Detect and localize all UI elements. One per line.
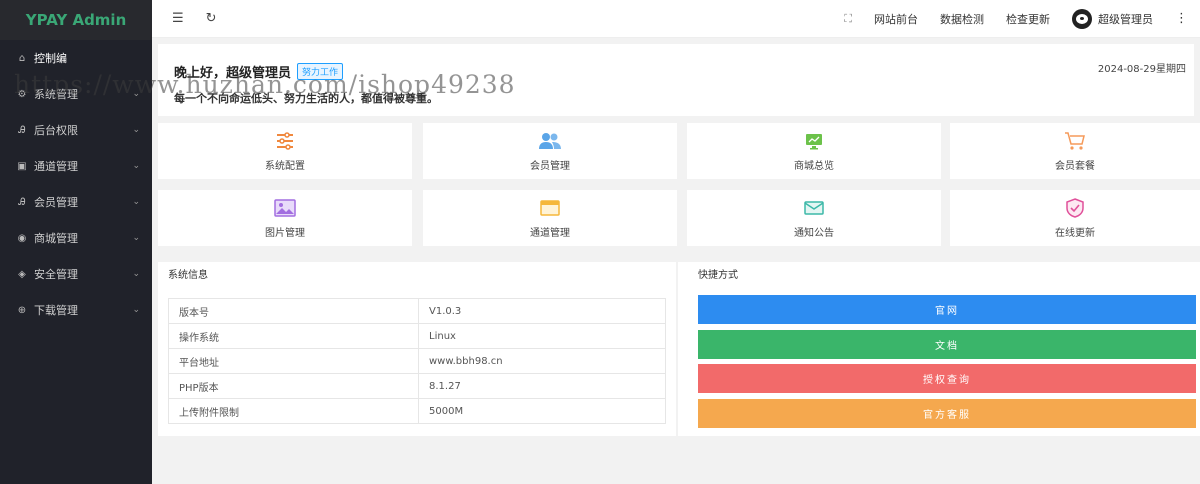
status-badge: 努力工作 — [297, 63, 344, 80]
brand-logo[interactable]: YPAY Admin — [0, 0, 152, 40]
shortcuts-panel: 快捷方式 官网文档授权查询官方客服 — [678, 262, 1200, 436]
tile-label: 通道管理 — [530, 227, 570, 239]
info-value: 5000M — [418, 398, 666, 424]
motto: 每一个不向命运低头、努力生活的人，都值得被尊重。 — [174, 92, 438, 105]
sidebar-item-label: 系统管理 — [34, 88, 78, 101]
sidebar-item-label: 后台权限 — [34, 124, 78, 137]
sidebar-item-download[interactable]: ⊕ 下载管理 ⌄ — [0, 292, 152, 328]
support-button[interactable]: 官方客服 — [698, 398, 1196, 428]
sidebar-item-label: 控制编 — [34, 52, 67, 65]
chevron-down-icon: ⌄ — [132, 233, 140, 243]
system-info-panel: 系统信息 版本号 V1.0.3 操作系统 Linux 平台地址 www.bbh98.cn P… — [158, 262, 676, 436]
chevron-down-icon: ⌄ — [132, 269, 140, 279]
current-date: 2024-08-29星期四 — [1097, 64, 1186, 75]
chevron-down-icon: ⌄ — [132, 161, 140, 171]
info-value: 8.1.27 — [418, 373, 666, 399]
mail-icon — [804, 198, 824, 218]
menu-toggle-icon[interactable]: ☰ — [172, 11, 184, 26]
tile-label: 商城总览 — [794, 160, 834, 172]
refresh-icon[interactable]: ↻ — [206, 11, 217, 26]
info-key: 平台地址 — [168, 348, 419, 374]
monitor-icon — [804, 131, 824, 151]
quick-tile-sliders[interactable]: 系统配置 — [158, 123, 412, 179]
tile-label: 图片管理 — [265, 227, 305, 239]
info-value: V1.0.3 — [418, 298, 666, 324]
sidebar-item-home[interactable]: ⌂ 控制编 — [0, 40, 152, 76]
member-icon: Ꭿ — [18, 196, 26, 208]
channel-icon: ▣ — [17, 160, 27, 172]
cart-icon — [1064, 131, 1086, 151]
shop-icon: ◉ — [17, 232, 27, 244]
chevron-down-icon: ⌄ — [132, 197, 140, 207]
window-icon — [540, 198, 560, 218]
more-icon[interactable]: ⋮ — [1175, 11, 1188, 26]
chevron-down-icon: ⌄ — [132, 125, 140, 135]
top-header: ☰ ↻ ⛶ 网站前台 数据检测 检查更新 超级管理员 ⋮ — [152, 0, 1200, 38]
info-value: www.bbh98.cn — [418, 348, 666, 374]
sidebar-item-channel[interactable]: ▣ 通道管理 ⌄ — [0, 148, 152, 184]
sidebar-item-label: 安全管理 — [34, 268, 78, 281]
shortcuts-title: 快捷方式 — [698, 270, 738, 281]
sidebar: YPAY Admin ⌂ 控制编 ⚙ 系统管理 ⌄ Ꭿ 后台权限 ⌄ ▣ 通道管理 ⌄ Ꭿ 会员管理 ⌄ ◉… — [0, 0, 152, 484]
header-link-frontend[interactable]: 网站前台 — [874, 11, 918, 27]
docs-button[interactable]: 文档 — [698, 329, 1196, 359]
download-icon: ⊕ — [17, 304, 27, 316]
greeting: 晚上好，超级管理员 努力工作 — [174, 62, 344, 81]
tile-label: 在线更新 — [1055, 227, 1095, 239]
welcome-card: 晚上好，超级管理员 努力工作 每一个不向命运低头、努力生活的人，都值得被尊重。 … — [158, 44, 1194, 116]
username: 超级管理员 — [1098, 12, 1153, 26]
info-key: 操作系统 — [168, 323, 419, 349]
sidebar-item-shop[interactable]: ◉ 商城管理 ⌄ — [0, 220, 152, 256]
sidebar-item-label: 会员管理 — [34, 196, 78, 209]
license-query-button[interactable]: 授权查询 — [698, 364, 1196, 393]
chevron-down-icon: ⌄ — [132, 89, 140, 99]
table-row: PHP版本 8.1.27 — [168, 373, 666, 399]
quick-tile-users[interactable]: 会员管理 — [423, 123, 677, 179]
tile-label: 会员套餐 — [1055, 160, 1095, 172]
tile-label: 通知公告 — [794, 227, 834, 239]
greeting-text: 晚上好，超级管理员 — [174, 66, 292, 81]
table-row: 平台地址 www.bbh98.cn — [168, 348, 666, 374]
quick-tile-cart[interactable]: 会员套餐 — [950, 123, 1200, 179]
info-key: 版本号 — [168, 298, 419, 324]
system-info-table: 版本号 V1.0.3 操作系统 Linux 平台地址 www.bbh98.cn PHP版本 8… — [168, 298, 666, 424]
info-key: 上传附件限制 — [168, 398, 419, 424]
user-icon: Ꭿ — [18, 124, 26, 136]
quick-tile-mail[interactable]: 通知公告 — [687, 190, 941, 246]
quick-tile-monitor[interactable]: 商城总览 — [687, 123, 941, 179]
system-info-title: 系统信息 — [168, 270, 208, 281]
sidebar-item-shield[interactable]: ◈ 安全管理 ⌄ — [0, 256, 152, 292]
table-row: 上传附件限制 5000M — [168, 398, 666, 424]
fullscreen-icon[interactable]: ⛶ — [844, 12, 852, 26]
sidebar-item-label: 通道管理 — [34, 160, 78, 173]
sidebar-item-label: 下载管理 — [34, 304, 78, 317]
sidebar-nav: ⌂ 控制编 ⚙ 系统管理 ⌄ Ꭿ 后台权限 ⌄ ▣ 通道管理 ⌄ Ꭿ 会员管理 ⌄ ◉ 商城管理 ⌄ ◈ 安全管理 ⌄… — [0, 40, 152, 328]
info-value: Linux — [418, 323, 666, 349]
avatar — [1072, 8, 1092, 29]
quick-tile-window[interactable]: 通道管理 — [423, 190, 677, 246]
shield-check-icon — [1065, 197, 1085, 218]
header-link-data-check[interactable]: 数据检测 — [940, 11, 984, 27]
table-row: 版本号 V1.0.3 — [168, 298, 666, 324]
shield-icon: ◈ — [18, 268, 26, 280]
gear-icon: ⚙ — [17, 88, 27, 100]
header-link-check-update[interactable]: 检查更新 — [1006, 11, 1050, 27]
image-icon — [274, 198, 296, 218]
official-site-button[interactable]: 官网 — [698, 295, 1196, 324]
sliders-icon — [275, 131, 295, 151]
table-row: 操作系统 Linux — [168, 323, 666, 349]
users-icon — [538, 131, 562, 151]
home-icon: ⌂ — [18, 52, 26, 64]
sidebar-item-member[interactable]: Ꭿ 会员管理 ⌄ — [0, 184, 152, 220]
chevron-down-icon: ⌄ — [132, 305, 140, 315]
tile-label: 会员管理 — [530, 160, 570, 172]
sidebar-item-user[interactable]: Ꭿ 后台权限 ⌄ — [0, 112, 152, 148]
quick-tile-shield-check[interactable]: 在线更新 — [950, 190, 1200, 246]
sidebar-item-gear[interactable]: ⚙ 系统管理 ⌄ — [0, 76, 152, 112]
tile-label: 系统配置 — [265, 160, 305, 172]
info-key: PHP版本 — [168, 373, 419, 399]
user-menu[interactable]: 超级管理员 — [1072, 8, 1153, 29]
sidebar-item-label: 商城管理 — [34, 232, 78, 245]
quick-tile-image[interactable]: 图片管理 — [158, 190, 412, 246]
